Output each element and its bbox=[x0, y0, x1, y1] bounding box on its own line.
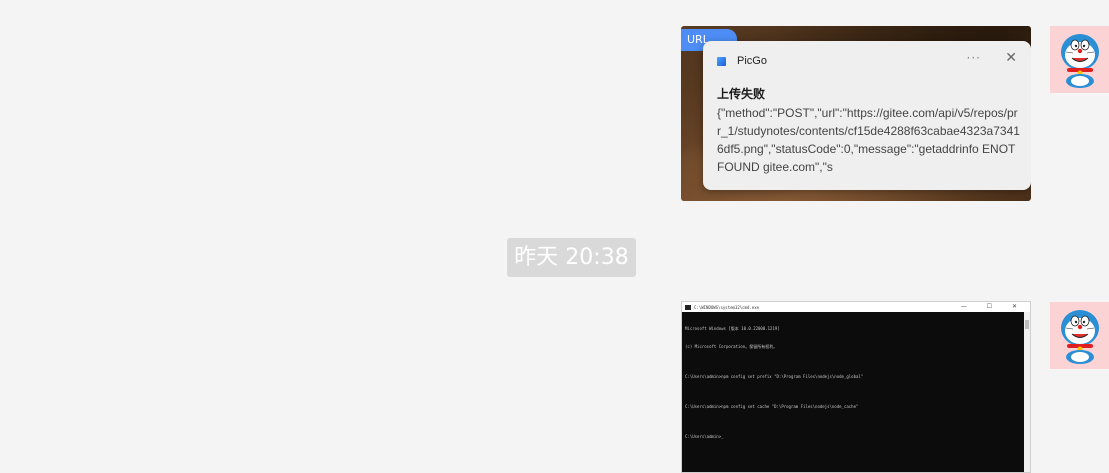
cmd-scrollbar bbox=[1024, 312, 1030, 472]
cmd-line: C:\Users\admin>_ bbox=[685, 434, 724, 439]
more-options-icon: ··· bbox=[966, 51, 981, 65]
cmd-icon bbox=[685, 304, 691, 310]
doraemon-avatar-icon bbox=[1061, 310, 1099, 364]
image-message-cmd-screenshot[interactable]: C:\WINDOWS\system32\cmd.exe — ☐ ✕ Micros… bbox=[681, 301, 1031, 473]
window-controls: — ☐ ✕ bbox=[960, 303, 1026, 310]
cmd-line: (c) Microsoft Corporation。保留所有权利。 bbox=[685, 344, 778, 349]
cmd-output: Microsoft Windows [版本 10.0.22000.1219] (… bbox=[682, 312, 1030, 454]
picgo-notification: PicGo ··· ✕ 上传失败 {"method":"POST","url":… bbox=[703, 41, 1031, 190]
cmd-line: C:\Users\admin>npm config set cache "D:\… bbox=[685, 404, 859, 409]
user-avatar[interactable] bbox=[1050, 26, 1109, 93]
picgo-app-icon bbox=[717, 56, 726, 66]
cmd-window-title: C:\WINDOWS\system32\cmd.exe bbox=[694, 304, 760, 310]
chat-area: URL PicGo ··· ✕ 上传失败 {"method":"POST","u… bbox=[0, 0, 1109, 473]
cmd-line: Microsoft Windows [版本 10.0.22000.1219] bbox=[685, 326, 780, 331]
user-avatar[interactable] bbox=[1050, 302, 1109, 369]
notification-title: 上传失败 bbox=[717, 87, 766, 101]
cmd-line: C:\Users\admin>npm config set prefix "D:… bbox=[685, 374, 864, 379]
close-icon: ✕ bbox=[1005, 50, 1017, 66]
doraemon-avatar-icon bbox=[1061, 34, 1099, 88]
message-timestamp: 昨天 20:38 bbox=[507, 238, 636, 277]
notification-body: {"method":"POST","url":"https://gitee.co… bbox=[717, 106, 1020, 174]
cmd-scroll-thumb bbox=[1025, 320, 1029, 329]
notification-app-name: PicGo bbox=[737, 55, 767, 67]
image-message-picgo-screenshot[interactable]: URL PicGo ··· ✕ 上传失败 {"method":"POST","u… bbox=[681, 26, 1031, 201]
cmd-titlebar: C:\WINDOWS\system32\cmd.exe — ☐ ✕ bbox=[682, 302, 1030, 312]
